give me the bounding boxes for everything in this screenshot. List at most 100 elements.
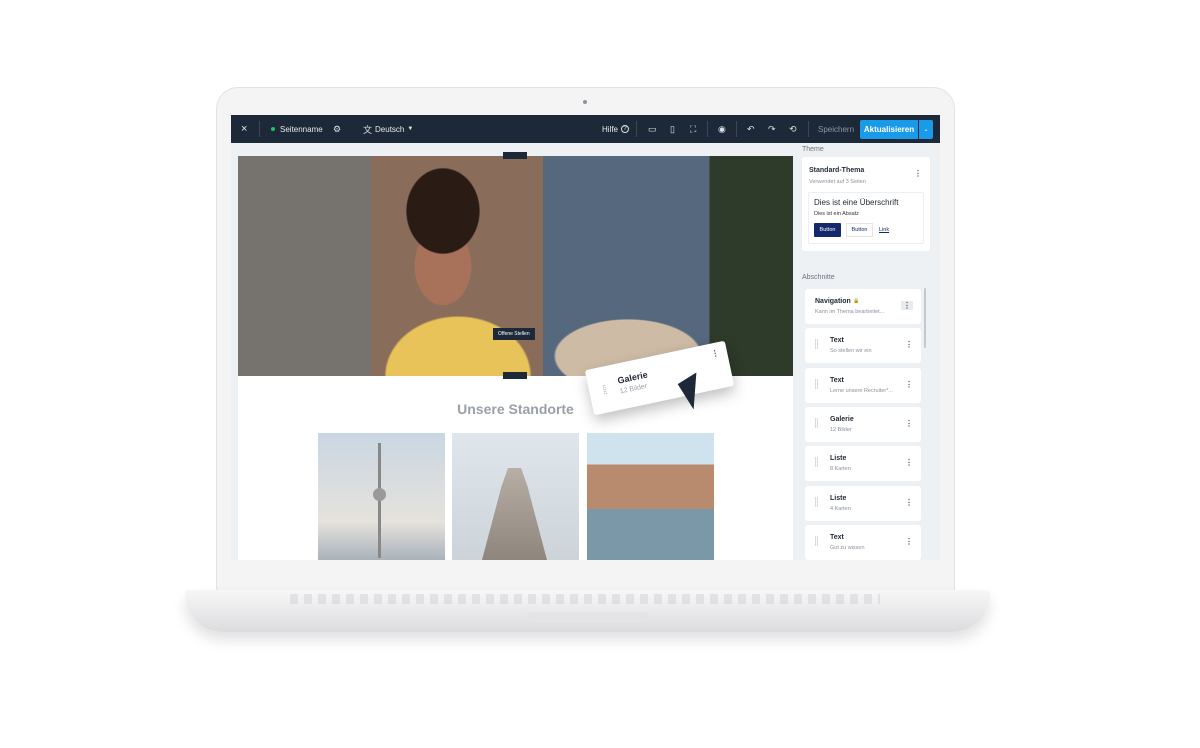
- gallery-image-tv-tower[interactable]: [318, 433, 445, 560]
- section-title: Liste: [830, 455, 847, 463]
- page-name-label: Seitenname: [280, 124, 323, 134]
- section-item[interactable]: Text Lerne unsere Recruiter*... ⋮: [805, 367, 921, 403]
- preview-primary-button[interactable]: Button: [814, 223, 841, 237]
- section-item[interactable]: Navigation 🔒 Kann im Thema bearbeitet... ⋮: [805, 289, 921, 324]
- theme-preview: Dies ist eine Überschrift Dies ist ein A…: [808, 192, 924, 244]
- update-label: Aktualisieren: [863, 125, 915, 134]
- theme-usage: Verwendet auf 3 Seiten: [809, 179, 866, 185]
- section-item[interactable]: Liste 4 Karten ⋮: [805, 485, 921, 521]
- desktop-icon: ▭: [648, 123, 657, 134]
- laptop-camera: [583, 100, 587, 104]
- page-settings-button[interactable]: ⚙: [333, 115, 341, 143]
- history-button[interactable]: ⟲: [789, 115, 797, 143]
- divider: [808, 121, 809, 137]
- scrollbar[interactable]: [924, 288, 926, 348]
- theme-name: Standard-Thema: [809, 167, 865, 174]
- chevron-down-icon: ⌄: [923, 127, 929, 133]
- dragged-subtitle: 12 Bilder: [619, 382, 648, 396]
- page-name[interactable]: Seitenname: [271, 115, 323, 143]
- drag-handle-icon: [815, 496, 818, 507]
- editor-screen: × Seitenname ⚙ 文 Deutsch ▼ Hilfe? ▭ ▯ ⛶ ◉ …: [231, 115, 940, 560]
- preview-heading: Dies ist eine Überschrift: [814, 198, 899, 207]
- help-button[interactable]: Hilfe?: [602, 115, 630, 143]
- fullscreen-button[interactable]: ⛶: [690, 115, 696, 143]
- language-select[interactable]: 文 Deutsch ▼: [363, 115, 413, 143]
- more-options-icon[interactable]: ⋮: [905, 498, 913, 507]
- section-subtitle: 12 Bilder: [830, 426, 852, 433]
- undo-button[interactable]: ↶: [747, 115, 755, 143]
- tv-tower-sphere: [373, 488, 386, 501]
- theme-section-label: Theme: [802, 146, 824, 153]
- more-options-icon[interactable]: ⋮: [905, 340, 913, 349]
- section-subtitle: So stellen wir ein: [830, 348, 872, 355]
- section-title: Liste: [830, 494, 847, 502]
- close-button[interactable]: ×: [241, 115, 247, 143]
- drag-handle-icon: [815, 535, 818, 546]
- divider: [736, 121, 737, 137]
- update-button[interactable]: Aktualisieren: [860, 120, 918, 139]
- save-label: Speichern: [818, 124, 855, 134]
- section-item[interactable]: Text So stellen wir ein ⋮: [805, 328, 921, 364]
- update-options-button[interactable]: ⌄: [919, 120, 933, 139]
- preview-button[interactable]: ◉: [718, 115, 726, 143]
- section-handle-bottom[interactable]: [503, 372, 527, 379]
- section-subtitle: Lerne unsere Recruiter*...: [830, 387, 893, 394]
- section-title: Navigation: [815, 298, 851, 305]
- help-icon: ?: [621, 125, 630, 133]
- gear-icon: ⚙: [333, 123, 342, 134]
- more-options-icon[interactable]: ⋮: [901, 301, 913, 310]
- palace-shape: [482, 468, 547, 560]
- redo-button[interactable]: ↷: [768, 115, 776, 143]
- divider: [636, 121, 637, 137]
- theme-card[interactable]: Standard-Thema Verwendet auf 3 Seiten ⋮ …: [802, 157, 930, 251]
- sidebar: Theme Standard-Thema Verwendet auf 3 Sei…: [793, 143, 940, 560]
- section-subtitle: 8 Karten: [830, 466, 851, 473]
- drag-handle-icon: [815, 457, 818, 468]
- section-item[interactable]: Text Gut zu wissen ⋮: [805, 524, 921, 560]
- more-options-icon[interactable]: ⋮: [710, 348, 720, 358]
- section-handle-top[interactable]: [503, 152, 527, 159]
- section-subtitle: 4 Karten: [830, 505, 851, 512]
- gallery-image-palace[interactable]: [452, 433, 579, 560]
- more-options-icon[interactable]: ⋮: [905, 419, 913, 428]
- help-label: Hilfe: [602, 124, 619, 134]
- fullscreen-icon: ⛶: [690, 123, 697, 134]
- top-toolbar: × Seitenname ⚙ 文 Deutsch ▼ Hilfe? ▭ ▯ ⛶ ◉ …: [231, 115, 940, 143]
- laptop-keyboard: [290, 594, 880, 604]
- translate-icon: 文: [363, 124, 373, 135]
- section-subtitle: Kann im Thema bearbeitet...: [815, 309, 885, 315]
- save-button[interactable]: Speichern: [818, 115, 854, 143]
- preview-secondary-button[interactable]: Button: [846, 223, 873, 237]
- drag-handle-icon: [815, 378, 818, 389]
- drag-handle-icon: [815, 417, 818, 428]
- lock-icon: 🔒: [853, 298, 860, 304]
- more-options-icon[interactable]: ⋮: [905, 458, 913, 467]
- mobile-icon: ▯: [670, 123, 675, 134]
- laptop-notch: [527, 612, 647, 622]
- section-title: Text: [830, 337, 844, 345]
- section-title: Text: [830, 533, 844, 541]
- more-options-icon[interactable]: ⋮: [914, 169, 922, 178]
- status-dot-icon: [271, 127, 275, 131]
- section-item[interactable]: Liste 8 Karten ⋮: [805, 446, 921, 482]
- language-label: Deutsch: [375, 124, 405, 134]
- mobile-view-button[interactable]: ▯: [670, 115, 675, 143]
- chevron-down-icon: ▼: [407, 126, 414, 132]
- gallery-image-harbor[interactable]: [587, 433, 714, 560]
- more-options-icon[interactable]: ⋮: [905, 380, 913, 389]
- section-item[interactable]: Galerie 12 Bilder ⋮: [805, 406, 921, 442]
- redo-icon: ↷: [768, 123, 776, 134]
- desktop-view-button[interactable]: ▭: [648, 115, 657, 143]
- undo-icon: ↶: [747, 123, 755, 134]
- drag-handle-icon: [815, 339, 818, 350]
- preview-link[interactable]: Link: [879, 227, 889, 233]
- section-heading: Unsere Standorte: [457, 401, 574, 417]
- more-options-icon[interactable]: ⋮: [905, 537, 913, 546]
- history-icon: ⟲: [789, 123, 797, 134]
- drag-handle-icon: [602, 384, 608, 395]
- section-title: Text: [830, 376, 844, 384]
- divider: [707, 121, 708, 137]
- jobs-button[interactable]: Offene Stellen: [493, 328, 535, 340]
- section-subtitle: Gut zu wissen: [830, 544, 865, 551]
- section-title: Galerie: [830, 415, 854, 423]
